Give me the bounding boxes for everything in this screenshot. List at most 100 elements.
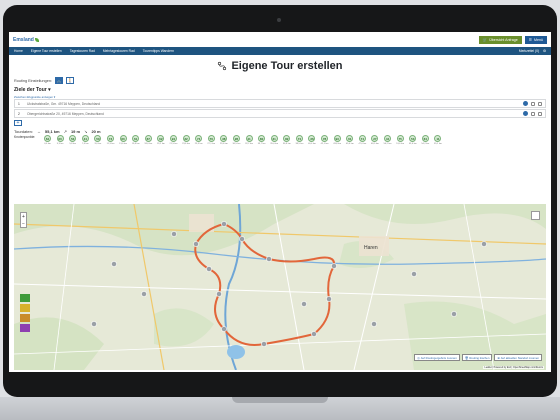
knotenpunkt[interactable]: 80 33,7 km: [257, 135, 266, 145]
edit-icon[interactable]: [531, 101, 535, 106]
knotenpunkt[interactable]: 50 9,0 km: [93, 135, 102, 145]
zoom-to-location-button[interactable]: ⊕ Auf aktuellen Standort zoomen: [494, 354, 542, 361]
knotenpunkt[interactable]: 76 27,1 km: [207, 135, 216, 145]
knotenpunkt[interactable]: 94 21,5 km: [169, 135, 178, 145]
nav-item[interactable]: Tourentipps Wandern: [143, 49, 174, 53]
knotenpunkt[interactable]: 64 0,0 km: [43, 135, 52, 145]
node-marker[interactable]: [331, 263, 337, 269]
knotenpunkt[interactable]: 28 30,5 km: [232, 135, 241, 145]
delete-icon[interactable]: [538, 101, 542, 106]
place-label-haren: Haren: [364, 245, 378, 251]
bed-icon[interactable]: [20, 314, 30, 322]
knotenpunkt[interactable]: 27 48,5 km: [370, 135, 379, 145]
edit-icon[interactable]: [531, 111, 535, 116]
knotenpunkt[interactable]: 73 11,3 km: [106, 135, 115, 145]
knotenpunkt-number: 28: [232, 135, 240, 142]
waypoint-row[interactable]: 1 Ulckstralstraße, Gm. 49716 Meppen, Deut…: [14, 99, 546, 108]
waypoint-address[interactable]: Ulckstralstraße, Gm. 49716 Meppen, Deuts…: [27, 102, 519, 106]
leaf-icon: [34, 37, 39, 42]
knotenpunkt[interactable]: 11 55,1 km: [433, 135, 442, 145]
zoom-out-button[interactable]: −: [21, 220, 26, 227]
knotenpunkt[interactable]: 74 47,0 km: [358, 135, 367, 145]
nav-item[interactable]: Mehrtagestouren Rad: [103, 49, 135, 53]
zoom-to-route-button[interactable]: ◎ Auf Routingergebnis zoomen: [414, 354, 460, 361]
filter-icon[interactable]: [20, 304, 30, 312]
node-marker[interactable]: [451, 311, 457, 317]
delete-icon[interactable]: [538, 111, 542, 116]
node-marker[interactable]: [266, 256, 272, 262]
node-marker[interactable]: [91, 321, 97, 327]
knotenpunkt-number: 41: [245, 135, 253, 142]
knotenpunkt-distance: 0,0 km: [44, 142, 51, 145]
node-marker[interactable]: [216, 291, 222, 297]
knotenpunkt[interactable]: 32 23,6 km: [182, 135, 191, 145]
node-marker[interactable]: [326, 296, 332, 302]
merkzettel-link[interactable]: Merkzettel (0): [519, 49, 539, 53]
waypoint-row[interactable]: 2 Obergerichtsstraße 20, 49716 Meppen, De…: [14, 109, 546, 118]
knotenpunkt[interactable]: 31 35,0 km: [270, 135, 279, 145]
route-map[interactable]: Haren + − ◎ Auf Routingergebnis zoomen 🗑…: [14, 204, 546, 370]
node-marker[interactable]: [371, 321, 377, 327]
locate-icon[interactable]: [523, 101, 528, 106]
knotenpunkt[interactable]: 78 42,1 km: [320, 135, 329, 145]
knotenpunkt-distance: 53,0 km: [408, 142, 417, 145]
knotenpunkt[interactable]: 41 32,2 km: [245, 135, 254, 145]
node-marker[interactable]: [221, 221, 227, 227]
node-marker[interactable]: [301, 301, 307, 307]
locate-icon[interactable]: [523, 111, 528, 116]
node-marker[interactable]: [206, 266, 212, 272]
knotenpunkt[interactable]: 60 13,6 km: [119, 135, 128, 145]
node-marker[interactable]: [111, 261, 117, 267]
knotenpunkt[interactable]: 64 54,2 km: [421, 135, 430, 145]
nav-item[interactable]: Eigene Tour erstellen: [31, 49, 62, 53]
node-marker[interactable]: [221, 326, 227, 332]
knotenpunkt[interactable]: 61 15,8 km: [131, 135, 140, 145]
knotenpunkt-number: 36: [308, 135, 316, 142]
knotenpunkt[interactable]: 53 5,8 km: [68, 135, 77, 145]
knotenpunkt-number: 80: [258, 135, 266, 142]
request-overview-button[interactable]: 🛒 Übersicht Anfrage: [478, 35, 522, 44]
layers-icon[interactable]: [531, 211, 540, 220]
add-waypoint-button[interactable]: +: [14, 120, 22, 126]
knotenpunkte-label: Knotenpunkte:: [14, 135, 36, 139]
knotenpunkte-row: Knotenpunkte: 64 0,0 km 60 3,3 km 53 5,8 km 44…: [14, 135, 546, 148]
nav-item[interactable]: Home: [14, 49, 23, 53]
knotenpunkt[interactable]: 82 36,9 km: [282, 135, 291, 145]
node-marker[interactable]: [261, 341, 267, 347]
node-marker[interactable]: [311, 331, 317, 337]
waypoint-address[interactable]: Obergerichtsstraße 20, 49716 Meppen, Deu…: [27, 112, 519, 116]
knotenpunkt[interactable]: 67 18,0 km: [144, 135, 153, 145]
node-marker[interactable]: [411, 271, 417, 277]
knotenpunkt[interactable]: 75 51,6 km: [396, 135, 405, 145]
settings-icon[interactable]: ⚙: [543, 49, 546, 53]
knotenpunkt[interactable]: 44 50,2 km: [383, 135, 392, 145]
knotenpunkt[interactable]: 61 45,4 km: [345, 135, 354, 145]
node-marker[interactable]: [193, 241, 199, 247]
knotenpunkt[interactable]: 36 40,4 km: [307, 135, 316, 145]
knotenpunkt[interactable]: 93 43,8 km: [333, 135, 342, 145]
knotenpunkt[interactable]: 60 3,3 km: [56, 135, 65, 145]
knotenpunkt[interactable]: 53 53,0 km: [408, 135, 417, 145]
node-marker[interactable]: [239, 236, 245, 242]
zoom-in-button[interactable]: +: [21, 213, 26, 220]
map-canvas[interactable]: Haren: [14, 204, 546, 370]
knotenpunkt[interactable]: 74 38,5 km: [295, 135, 304, 145]
knotenpunkt[interactable]: 74 25,3 km: [194, 135, 203, 145]
menu-button[interactable]: ☰ Menü: [524, 35, 547, 44]
walking-icon[interactable]: 🚶: [66, 77, 74, 84]
node-marker[interactable]: [171, 231, 177, 237]
nav-item[interactable]: Tagestouren Rad: [70, 49, 95, 53]
knotenpunkt[interactable]: 44 7,4 km: [81, 135, 90, 145]
tour-goals-toggle[interactable]: Ziele der Tour ▾: [14, 85, 546, 94]
node-marker[interactable]: [141, 291, 147, 297]
poi-icon[interactable]: [20, 324, 30, 332]
node-marker[interactable]: [481, 241, 487, 247]
bicycle-icon[interactable]: 🚲: [55, 77, 63, 84]
delete-routing-button[interactable]: 🗑 Routing löschen: [461, 354, 493, 361]
knotenpunkt[interactable]: 62 19,2 km: [156, 135, 165, 145]
site-logo[interactable]: Emsland: [13, 37, 39, 43]
knotenpunkt-number: 50: [94, 135, 102, 142]
knotenpunkt[interactable]: 38 29,0 km: [219, 135, 228, 145]
map-side-buttons: [20, 294, 30, 332]
eye-icon[interactable]: [20, 294, 30, 302]
